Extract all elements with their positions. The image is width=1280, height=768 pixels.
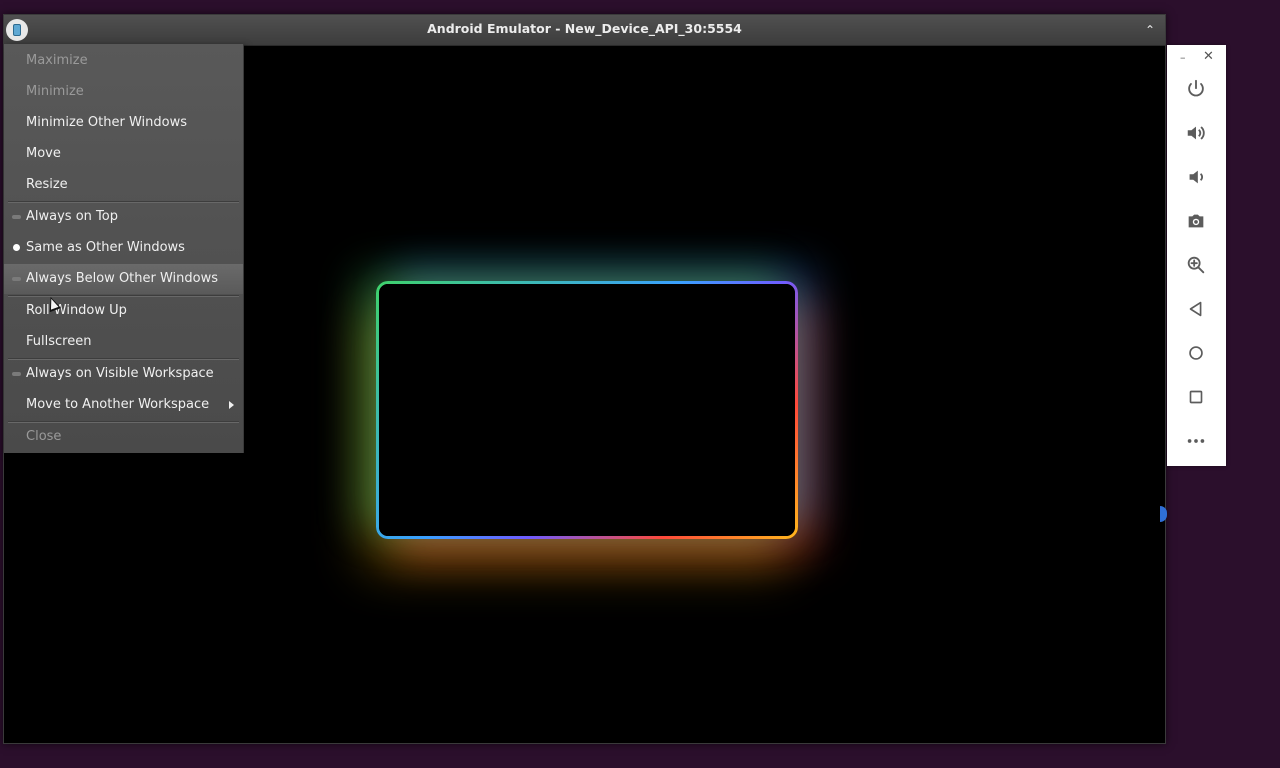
- zoom-button[interactable]: [1181, 250, 1211, 280]
- menu-item-roll-window-up[interactable]: Roll Window Up: [4, 296, 243, 326]
- close-icon[interactable]: ✕: [1203, 50, 1214, 64]
- overview-icon: [1189, 390, 1203, 404]
- minimize-icon[interactable]: –: [1180, 51, 1186, 65]
- submenu-arrow-icon: [229, 401, 234, 409]
- menu-item-label: Close: [26, 429, 62, 444]
- overview-button[interactable]: [1181, 382, 1211, 412]
- title-bar[interactable]: Android Emulator - New_Device_API_30:555…: [4, 15, 1165, 46]
- menu-item-label: Same as Other Windows: [26, 240, 185, 255]
- menu-item-label: Resize: [26, 177, 68, 192]
- home-icon: [1189, 346, 1203, 360]
- screenshot-button[interactable]: [1181, 206, 1211, 236]
- menu-item-label: Always Below Other Windows: [26, 271, 219, 286]
- menu-item-close[interactable]: Close: [4, 422, 243, 452]
- camera-icon: [1188, 214, 1204, 228]
- boot-animation-frame: [376, 281, 798, 539]
- volume-down-button[interactable]: [1181, 162, 1211, 192]
- menu-item-resize[interactable]: Resize: [4, 170, 243, 200]
- toolbar-window-buttons: – ✕: [1167, 50, 1226, 65]
- menu-item-move-to-another-workspace[interactable]: Move to Another Workspace: [4, 390, 243, 420]
- radio-off-icon: [12, 277, 21, 281]
- back-button[interactable]: [1181, 294, 1211, 324]
- volume-up-icon: [1187, 126, 1205, 140]
- menu-item-label: Minimize: [26, 84, 84, 99]
- collapse-icon[interactable]: ⌃: [1141, 21, 1159, 39]
- menu-item-label: Always on Visible Workspace: [26, 366, 214, 381]
- menu-item-label: Move: [26, 146, 61, 161]
- menu-item-minimize[interactable]: Minimize: [4, 77, 243, 107]
- power-icon: [1188, 79, 1204, 97]
- radio-on-icon: [13, 244, 20, 251]
- more-icon: [1187, 439, 1205, 443]
- emulator-side-toolbar: – ✕: [1167, 45, 1226, 466]
- volume-up-button[interactable]: [1181, 118, 1211, 148]
- radio-off-icon: [12, 215, 21, 219]
- radio-off-icon: [12, 372, 21, 376]
- home-button[interactable]: [1181, 338, 1211, 368]
- menu-item-maximize[interactable]: Maximize: [4, 46, 243, 76]
- desktop: Android Emulator - New_Device_API_30:555…: [0, 0, 1280, 768]
- menu-item-label: Minimize Other Windows: [26, 115, 187, 130]
- back-icon: [1189, 301, 1202, 317]
- menu-item-same-as-other-windows[interactable]: Same as Other Windows: [4, 233, 243, 263]
- menu-item-label: Roll Window Up: [26, 303, 127, 318]
- menu-item-fullscreen[interactable]: Fullscreen: [4, 327, 243, 357]
- menu-item-label: Maximize: [26, 53, 88, 68]
- more-button[interactable]: [1181, 426, 1211, 456]
- menu-item-always-on-top[interactable]: Always on Top: [4, 202, 243, 232]
- menu-item-move[interactable]: Move: [4, 139, 243, 169]
- volume-down-icon: [1189, 170, 1203, 184]
- menu-item-label: Fullscreen: [26, 334, 92, 349]
- boot-animation-inner: [379, 284, 795, 536]
- zoom-icon: [1187, 256, 1205, 274]
- window-title: Android Emulator - New_Device_API_30:555…: [427, 21, 742, 36]
- menu-item-always-on-visible-workspace[interactable]: Always on Visible Workspace: [4, 359, 243, 389]
- menu-item-label: Always on Top: [26, 209, 118, 224]
- menu-item-always-below-other-windows[interactable]: Always Below Other Windows: [4, 264, 243, 294]
- window-context-menu: Maximize Minimize Minimize Other Windows…: [4, 44, 244, 453]
- power-button[interactable]: [1181, 74, 1211, 104]
- menu-item-label: Move to Another Workspace: [26, 397, 210, 412]
- menu-item-minimize-other-windows[interactable]: Minimize Other Windows: [4, 108, 243, 138]
